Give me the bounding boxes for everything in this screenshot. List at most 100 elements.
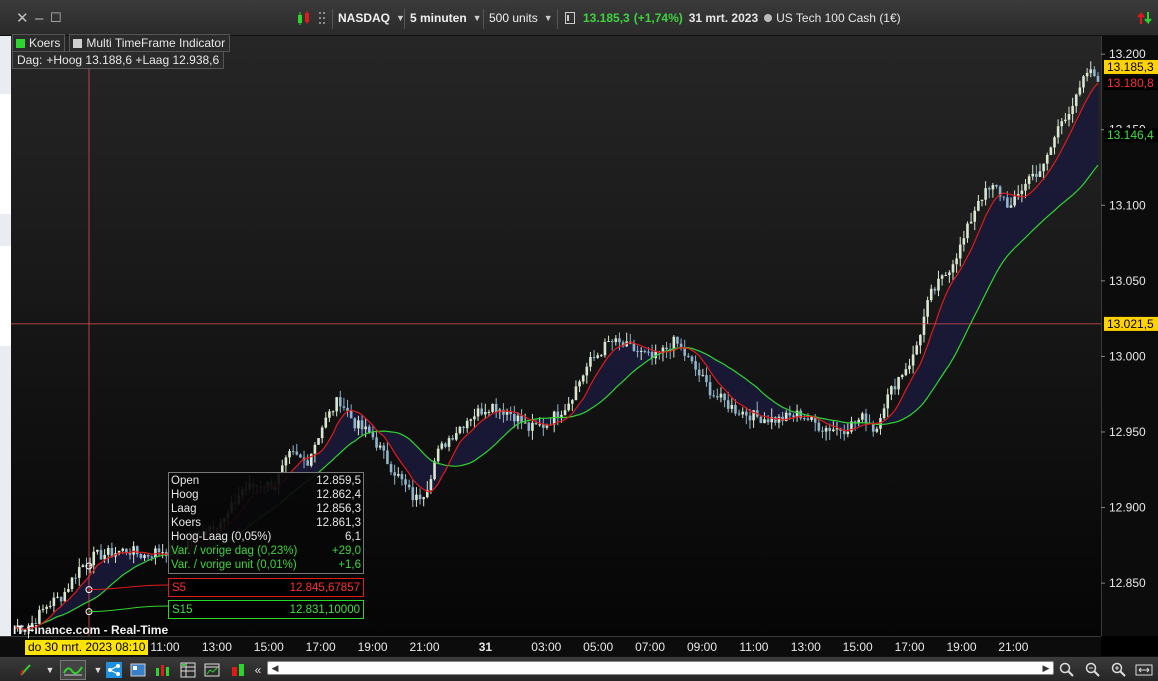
candle-body (1096, 76, 1100, 82)
candle-body (966, 223, 969, 239)
candle-body (824, 427, 828, 432)
candle-body (835, 428, 839, 430)
zoom-fit-icon[interactable] (1057, 660, 1077, 680)
s15-value: 12.831,10000 (289, 604, 360, 616)
row-value: 12.856,3 (316, 503, 361, 515)
candle-body (291, 451, 295, 453)
candle-body (1038, 171, 1042, 177)
candle-body (288, 451, 291, 458)
candle-body (861, 413, 864, 420)
legend: Koers Multi TimeFrame Indicator (12, 34, 231, 52)
row-label: Var. / vorige dag (0,23%) (171, 545, 298, 557)
candle-body (647, 351, 650, 353)
candle-body (531, 422, 534, 431)
table-icon[interactable] (178, 660, 198, 680)
x-tick-label: 07:00 (635, 640, 665, 654)
legend-label: Koers (29, 36, 61, 50)
share-icon[interactable] (104, 660, 124, 680)
candle-body (92, 551, 96, 566)
candle-body (320, 427, 324, 439)
candle-body (687, 355, 690, 357)
candle-body (415, 494, 418, 501)
candle-body (875, 428, 879, 432)
candle-body (99, 549, 103, 560)
window-icon[interactable] (202, 660, 222, 680)
fit-width-icon[interactable] (1134, 660, 1154, 680)
x-tick-label: 31 (479, 640, 493, 654)
candle-body (1053, 137, 1056, 148)
order-icon[interactable] (228, 660, 248, 680)
candle-body (1027, 176, 1031, 184)
candle-body (299, 454, 302, 458)
x-tick-label: 13:00 (202, 640, 232, 654)
row-value: +1,6 (338, 559, 361, 571)
candle-body (955, 258, 958, 265)
candle-body (571, 400, 574, 404)
badge-ma-slow: 13.146,4 (1107, 128, 1154, 142)
draw-pen-icon[interactable] (16, 660, 36, 680)
candle-body (886, 394, 890, 409)
candle-body (480, 408, 483, 415)
candle-body (476, 408, 480, 417)
x-tick-label: 19:00 (358, 640, 388, 654)
candle-body (375, 437, 378, 448)
candle-body (1056, 126, 1060, 138)
candle-body (643, 350, 647, 352)
candle-body (367, 426, 371, 433)
candle-body (908, 365, 911, 370)
candle-body (45, 606, 48, 609)
candle-body (378, 445, 382, 448)
legend-item-mtf[interactable]: Multi TimeFrame Indicator (69, 34, 231, 52)
candle-body (63, 591, 67, 602)
legend-item-koers[interactable]: Koers (12, 34, 66, 52)
candle-body (610, 341, 614, 343)
candle-body (422, 497, 425, 500)
row-value: 6,1 (345, 531, 361, 543)
x-tick-label: 11:00 (150, 640, 179, 654)
badge-last-price: 13.185,3 (1107, 60, 1154, 74)
x-tick-label: 17:00 (306, 640, 336, 654)
bar-chart-icon[interactable] (152, 660, 172, 680)
candle-body (984, 188, 987, 200)
candle-body (491, 403, 494, 412)
candle-body (766, 419, 770, 423)
candle-body (110, 547, 114, 557)
candle-body (969, 221, 973, 224)
x-tick-label: 15:00 (843, 640, 873, 654)
scroll-right-icon[interactable]: ▶ (1040, 662, 1052, 674)
candle-body (1020, 190, 1024, 195)
x-tick-label: 17:00 (895, 640, 925, 654)
candle-body (893, 386, 897, 390)
scroll-left-icon[interactable]: ◀ (269, 662, 281, 674)
candle-body (705, 375, 708, 383)
data-source-label: IT-Finance.com - Real-Time (13, 623, 169, 637)
candle-body (708, 382, 712, 396)
candle-body (774, 417, 777, 423)
candle-body (987, 188, 991, 190)
candle-body (792, 415, 795, 417)
candle-body (926, 300, 929, 317)
double-chevron-left-icon[interactable]: « (248, 660, 268, 680)
tooltip-row: Laag 12.856,3 (171, 502, 361, 516)
candle-body (139, 554, 143, 558)
y-tick-label: 12.850 (1109, 576, 1146, 590)
x-tick-label: 21:00 (409, 640, 439, 654)
chevron-down-icon[interactable]: ▼ (40, 660, 60, 680)
candle-body (759, 416, 763, 424)
layout-icon[interactable] (128, 660, 148, 680)
candle-body (146, 555, 150, 557)
candle-body (817, 422, 821, 431)
candle-body (469, 419, 473, 421)
candle-body (38, 609, 41, 624)
indicator-icon[interactable] (60, 660, 86, 680)
candle-body (96, 549, 99, 552)
zoom-out-icon[interactable] (1083, 660, 1103, 680)
candle-body (973, 210, 977, 222)
candle-body (596, 355, 599, 358)
candle-body (948, 272, 951, 276)
candle-body (832, 429, 835, 432)
candle-body (444, 443, 447, 447)
zoom-in-icon[interactable] (1109, 660, 1129, 680)
chart-scrollbar[interactable]: ◀ ▶ (267, 661, 1054, 675)
candle-body (690, 356, 694, 362)
